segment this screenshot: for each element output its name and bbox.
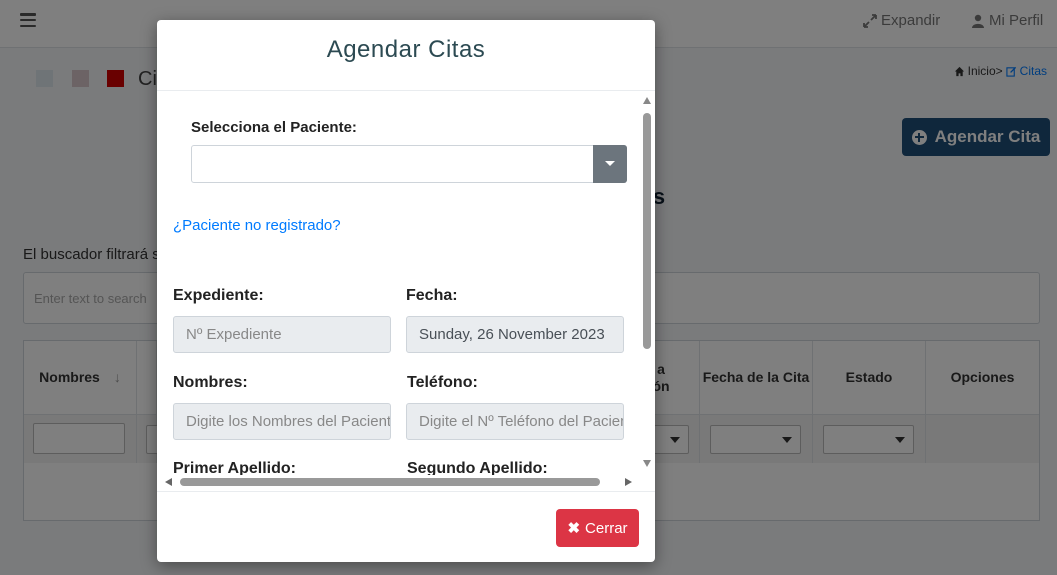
scrollbar-thumb[interactable] xyxy=(180,478,600,486)
patient-label: Selecciona el Paciente: xyxy=(191,119,357,136)
scroll-up-icon[interactable] xyxy=(643,97,651,104)
modal-body: Selecciona el Paciente: ¿Paciente no reg… xyxy=(157,91,655,491)
scroll-left-icon[interactable] xyxy=(165,478,172,486)
nombres-label: Nombres: xyxy=(173,374,248,391)
close-icon: ✖ xyxy=(567,520,581,537)
fecha-field[interactable]: Sunday, 26 November 2023 xyxy=(406,316,624,353)
chevron-down-icon[interactable] xyxy=(593,145,627,183)
modal-header: Agendar Citas xyxy=(157,20,655,91)
horizontal-scrollbar[interactable] xyxy=(157,475,640,490)
modal-title: Agendar Citas xyxy=(326,36,486,63)
expediente-label: Expediente: xyxy=(173,287,264,304)
scroll-right-icon[interactable] xyxy=(625,478,632,486)
nombres-field[interactable]: Digite los Nombres del Paciente xyxy=(173,403,391,440)
modal-footer: ✖ Cerrar xyxy=(157,491,655,562)
close-label: Cerrar xyxy=(585,519,628,537)
fecha-label: Fecha: xyxy=(406,287,458,304)
scrollbar-thumb[interactable] xyxy=(643,113,651,349)
agendar-citas-modal: Agendar Citas Selecciona el Paciente: ¿P… xyxy=(157,20,655,562)
telefono-label: Teléfono: xyxy=(407,374,478,391)
patient-select[interactable] xyxy=(191,145,627,183)
unregistered-patient-link[interactable]: ¿Paciente no registrado? xyxy=(173,217,341,234)
vertical-scrollbar[interactable] xyxy=(640,91,655,486)
expediente-field[interactable]: Nº Expediente xyxy=(173,316,391,353)
close-button[interactable]: ✖ Cerrar xyxy=(556,509,639,547)
telefono-field[interactable]: Digite el Nº Teléfono del Paciente xyxy=(406,403,624,440)
scroll-down-icon[interactable] xyxy=(643,460,651,467)
